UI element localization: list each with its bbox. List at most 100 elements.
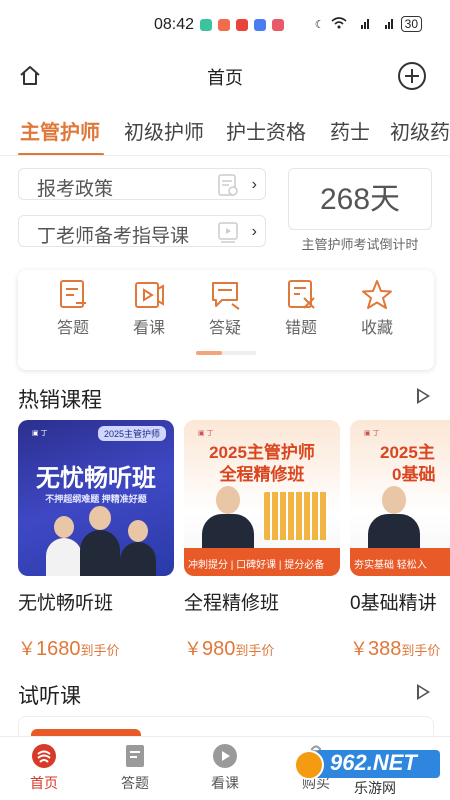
countdown-label: 主管护师考试倒计时 xyxy=(301,237,419,252)
site-watermark: 962.NET 乐游网 xyxy=(294,746,444,796)
answer-icon xyxy=(122,743,148,769)
brand-logo-icon: ▣ 丁 xyxy=(32,430,48,437)
teacher-photo xyxy=(118,520,158,576)
course-name: 无忧畅听班 xyxy=(18,593,114,614)
add-icon[interactable] xyxy=(398,62,426,90)
course-cover: ▣ 丁 2025主管护师 全程精修班 冲刺提分 | 口碑好课 | 提分必备 xyxy=(184,420,340,576)
quick-pager xyxy=(196,351,256,355)
course-card[interactable]: ▣ 丁 2025主管护师 全程精修班 冲刺提分 | 口碑好课 | 提分必备 全程… xyxy=(184,420,340,661)
course-cover-strip: 夯实基础 轻松入 xyxy=(350,548,450,576)
quick-actions-card: 答题 看课 答疑 错题 收藏 xyxy=(18,270,434,370)
exam-policy-link[interactable]: 报考政策 › xyxy=(18,168,266,200)
app-notification-icon xyxy=(236,19,248,31)
watch-icon xyxy=(212,743,238,769)
tab-junior-pharmacist[interactable]: 初级药 xyxy=(390,116,450,145)
tabbar-watch-label: 看课 xyxy=(211,775,239,791)
watermark-text: 962.NET xyxy=(330,750,417,775)
video-doc-icon xyxy=(217,220,239,244)
course-cover-title: 无忧畅听班 xyxy=(36,465,156,492)
tabbar-home-label: 首页 xyxy=(30,775,58,791)
trial-courses-title: 试听课 xyxy=(18,685,81,708)
course-price: ￥980到手价 xyxy=(184,635,340,661)
countdown-days: 268天 xyxy=(319,183,401,216)
app-notification-icon xyxy=(272,19,284,31)
quick-pager-active xyxy=(196,351,222,355)
price-amount: 388 xyxy=(368,638,402,660)
course-cover-strip: 冲刺提分 | 口碑好课 | 提分必备 xyxy=(184,548,340,576)
play-arrow-icon[interactable] xyxy=(417,388,430,404)
wifi-icon xyxy=(331,16,347,32)
price-suffix: 到手价 xyxy=(235,643,275,658)
top-nav: 首页 xyxy=(0,56,450,96)
quick-wrong[interactable]: 错题 xyxy=(271,278,331,338)
course-cover-year: 2025主管护师 xyxy=(97,426,166,441)
quick-wrong-label: 错题 xyxy=(284,320,317,337)
course-cover-subtitle: 全程精修班 xyxy=(219,465,305,484)
home-logo-icon xyxy=(31,743,57,769)
course-cover-subtitle: 不押超纲难题 押精准好题 xyxy=(45,494,147,504)
play-arrow-icon[interactable] xyxy=(417,684,430,700)
teacher-photo xyxy=(198,486,258,558)
course-name: 0基础精讲 xyxy=(350,593,437,614)
watermark-subtext: 乐游网 xyxy=(354,780,396,796)
book-stack-image xyxy=(264,492,328,540)
quick-qa-label: 答疑 xyxy=(208,320,241,337)
category-tabs: 主管护师 初级护师 护士资格 药士 初级药 xyxy=(0,110,450,156)
tab-nurse-qualification[interactable]: 护士资格 xyxy=(226,116,306,145)
status-time: 08:42 xyxy=(154,16,195,33)
moon-icon: ☾ xyxy=(314,18,325,31)
notification-icons xyxy=(200,19,284,31)
quick-qa[interactable]: 答疑 xyxy=(195,278,255,338)
course-card[interactable]: ▣ 丁 2025主 0基础 夯实基础 轻松入 0基础精讲 ￥388到手价 xyxy=(350,420,450,661)
tab-supervisor-nurse[interactable]: 主管护师 xyxy=(20,116,100,145)
course-card[interactable]: ▣ 丁 2025主管护师 无忧畅听班 不押超纲难题 押精准好题 无忧畅听班 ￥1… xyxy=(18,420,174,661)
app-notification-icon xyxy=(200,19,212,31)
price-amount: 980 xyxy=(202,638,236,660)
course-name: 全程精修班 xyxy=(184,593,280,614)
currency-symbol: ￥ xyxy=(350,639,368,659)
signal-icon xyxy=(377,17,395,32)
cover-strip-text: 冲刺提分 | 口碑好课 | 提分必备 xyxy=(188,560,325,571)
guide-course-link[interactable]: 丁老师备考指导课 › xyxy=(18,215,266,247)
tab-pharmacist[interactable]: 药士 xyxy=(330,116,370,145)
teacher-photo xyxy=(364,486,424,558)
tab-junior-nurse[interactable]: 初级护师 xyxy=(124,116,204,145)
exam-countdown: 268天 xyxy=(288,168,432,230)
battery-indicator: 30 xyxy=(400,16,422,32)
quick-quiz-label: 答题 xyxy=(56,320,89,337)
watermark-logo-icon xyxy=(294,750,324,780)
course-cover: ▣ 丁 2025主管护师 无忧畅听班 不押超纲难题 押精准好题 xyxy=(18,420,174,576)
chevron-right-icon: › xyxy=(251,176,257,193)
tab-active-indicator xyxy=(18,153,104,155)
quick-favorite[interactable]: 收藏 xyxy=(347,278,407,338)
qa-chat-icon xyxy=(212,282,240,310)
price-amount: 1680 xyxy=(36,638,81,660)
quick-watch[interactable]: 看课 xyxy=(119,278,179,338)
document-icon xyxy=(217,173,239,197)
price-suffix: 到手价 xyxy=(401,643,441,658)
app-notification-icon xyxy=(218,19,230,31)
tabbar-answer[interactable]: 答题 xyxy=(105,743,165,793)
quick-watch-label: 看课 xyxy=(132,320,165,337)
currency-symbol: ￥ xyxy=(184,639,202,659)
quick-favorite-label: 收藏 xyxy=(360,320,393,337)
tabbar-home[interactable]: 首页 xyxy=(14,743,74,793)
tabbar-answer-label: 答题 xyxy=(121,775,149,791)
guide-course-label: 丁老师备考指导课 xyxy=(37,226,190,247)
course-price: ￥388到手价 xyxy=(350,635,450,661)
brand-logo-icon: ▣ 丁 xyxy=(364,430,380,437)
tabbar-watch[interactable]: 看课 xyxy=(195,743,255,793)
hot-courses-title: 热销课程 xyxy=(18,389,102,412)
teacher-photo xyxy=(78,506,122,576)
status-bar: 08:42 ☾ 30 xyxy=(0,0,450,50)
course-cover: ▣ 丁 2025主 0基础 夯实基础 轻松入 xyxy=(350,420,450,576)
exam-policy-label: 报考政策 xyxy=(37,179,114,200)
course-price: ￥1680到手价 xyxy=(18,635,174,661)
cover-strip-text: 夯实基础 轻松入 xyxy=(354,560,427,571)
star-icon xyxy=(362,280,392,309)
quiz-icon xyxy=(60,280,86,308)
page-title: 首页 xyxy=(207,68,243,88)
course-cover-subtitle: 0基础 xyxy=(392,465,436,484)
quick-quiz[interactable]: 答题 xyxy=(43,278,103,338)
system-indicators: ☾ 30 xyxy=(315,16,422,32)
